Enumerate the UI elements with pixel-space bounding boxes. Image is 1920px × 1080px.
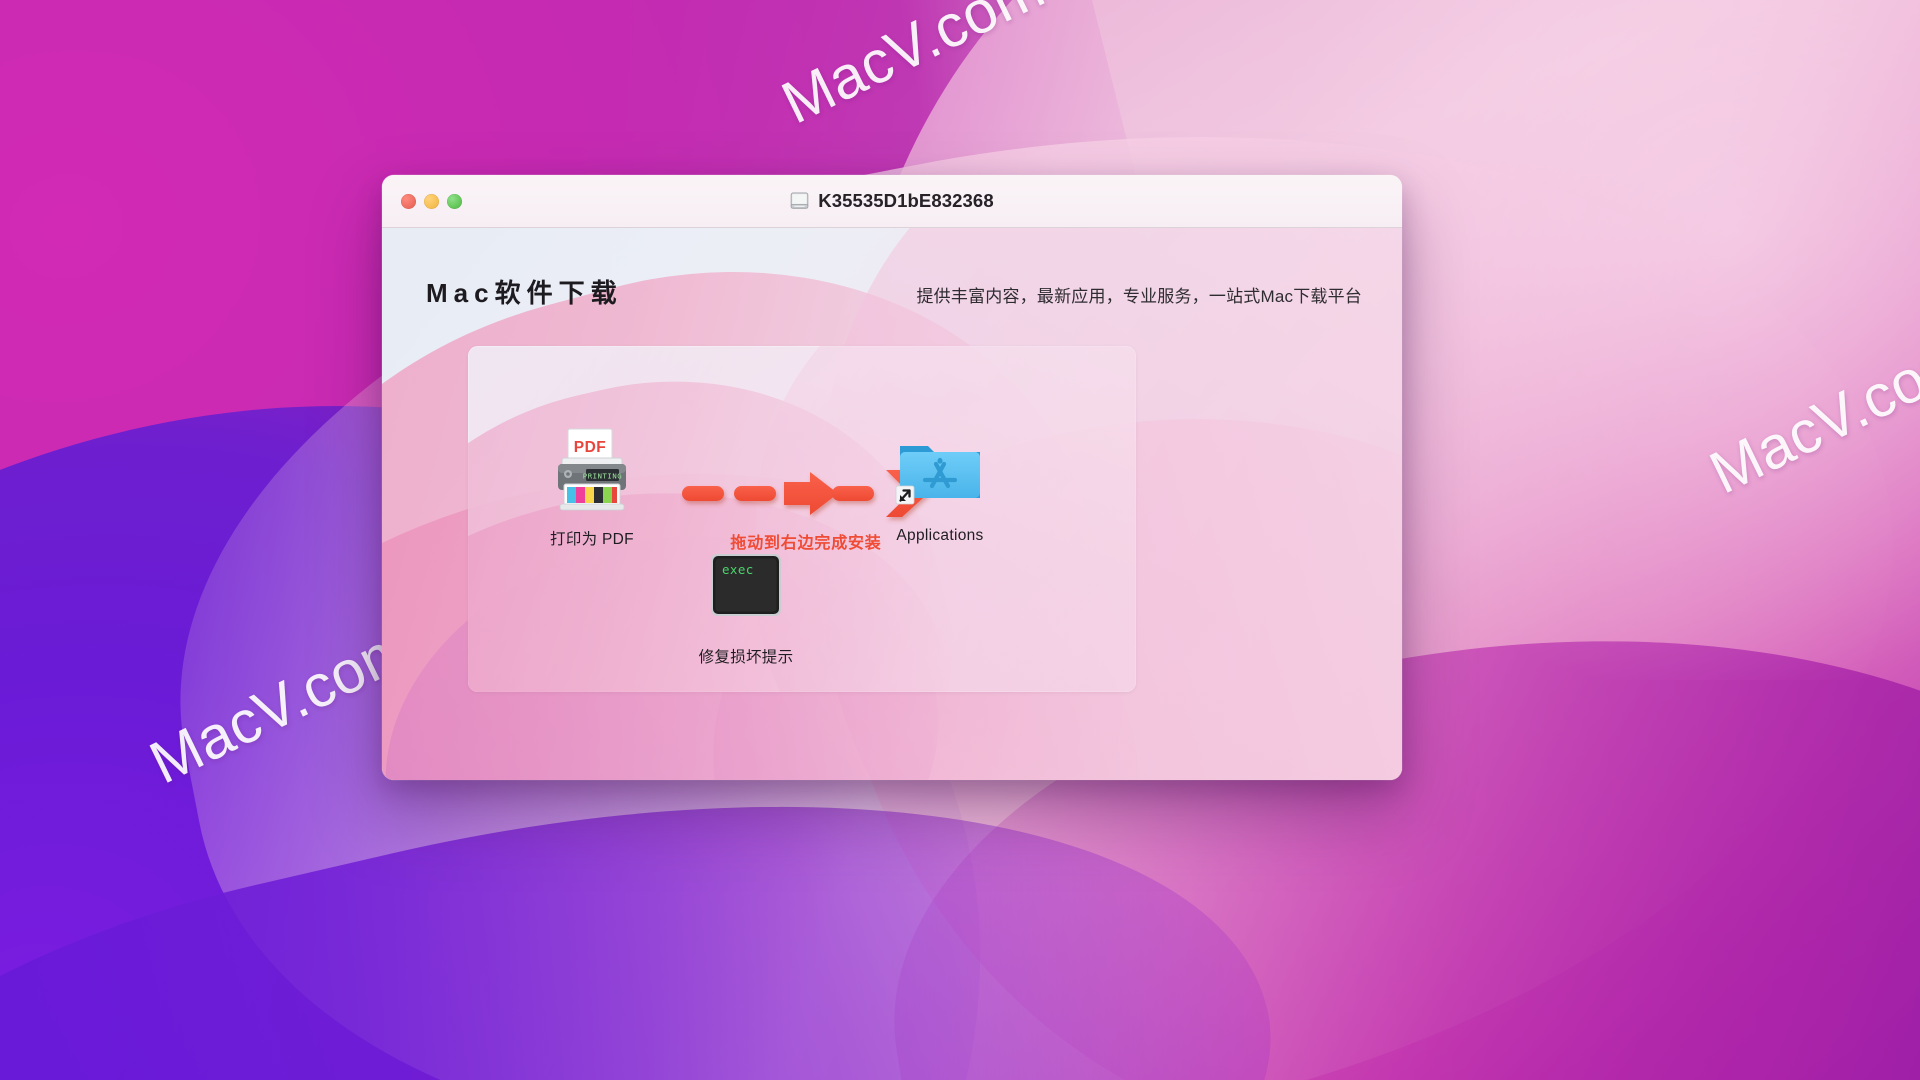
svg-text:exec: exec	[722, 562, 754, 577]
print-to-pdf-label: 打印为 PDF	[550, 531, 634, 548]
svg-text:PRINTING: PRINTING	[583, 471, 622, 480]
installer-content-panel: PDF PRINTING 打印为 PDF 拖动到右边完成安装 Applicati…	[468, 346, 1136, 692]
window-titlebar[interactable]: K35535D1bE832368	[382, 175, 1402, 228]
brand-title: Mac软件下载	[426, 278, 623, 308]
applications-folder-item[interactable]: Applications	[860, 424, 1020, 545]
svg-text:PDF: PDF	[574, 439, 607, 456]
dmg-installer-window[interactable]: K35535D1bE832368 Mac软件下载 提供丰富内容，最新应用，专业服…	[382, 175, 1402, 780]
window-body: Mac软件下载 提供丰富内容，最新应用，专业服务，一站式Mac下载平台 PDF	[382, 228, 1402, 780]
desktop-background: MacV.com MacV.com MacV.com K35535D1bE832…	[0, 0, 1920, 1080]
disk-drive-icon	[790, 192, 809, 209]
header-row: Mac软件下载 提供丰富内容，最新应用，专业服务，一站式Mac下载平台	[382, 273, 1402, 310]
header-tagline: 提供丰富内容，最新应用，专业服务，一站式Mac下载平台	[916, 287, 1362, 306]
repair-damage-hint-item[interactable]: exec 修复损坏提示	[666, 542, 826, 667]
repair-damage-hint-label: 修复损坏提示	[698, 649, 794, 666]
terminal-exec-icon[interactable]: exec	[700, 542, 792, 634]
applications-folder-label: Applications	[896, 527, 984, 544]
print-to-pdf-item[interactable]: PDF PRINTING 打印为 PDF	[512, 424, 672, 549]
window-title-text: K35535D1bE832368	[818, 190, 994, 211]
window-title-group: K35535D1bE832368	[382, 190, 1402, 212]
pdf-printer-icon[interactable]: PDF PRINTING	[546, 424, 638, 516]
applications-folder-icon[interactable]	[894, 424, 986, 516]
